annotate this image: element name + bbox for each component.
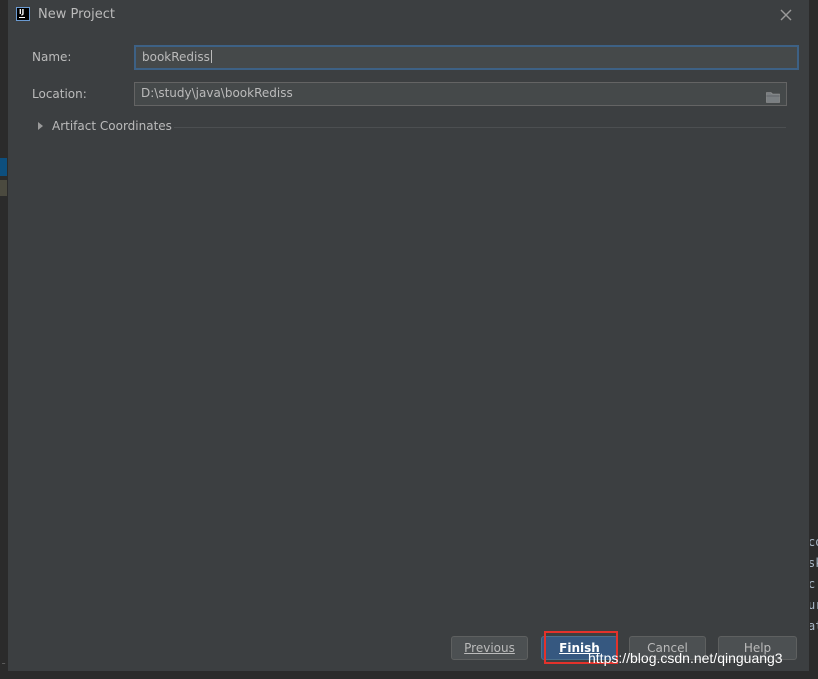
location-input[interactable]: D:\study\java\bookRediss bbox=[134, 82, 787, 106]
previous-button-label: Previous bbox=[464, 641, 515, 655]
background-selection-marker-2 bbox=[0, 180, 8, 196]
dialog-title: New Project bbox=[38, 7, 115, 22]
artifact-coordinates-section[interactable]: Artifact Coordinates bbox=[34, 118, 786, 136]
watermark-text: https://blog.csdn.net/qinguang3 bbox=[588, 650, 783, 666]
location-label: Location: bbox=[32, 87, 87, 101]
name-label: Name: bbox=[32, 50, 72, 64]
dialog-titlebar[interactable]: IJ New Project bbox=[8, 0, 809, 30]
location-input-value: D:\study\java\bookRediss bbox=[141, 86, 293, 100]
intellij-idea-icon: IJ bbox=[16, 7, 30, 21]
previous-button[interactable]: Previous bbox=[451, 636, 528, 660]
new-project-dialog: IJ New Project Name: bookRediss Location… bbox=[8, 0, 809, 671]
triangle-right-icon[interactable] bbox=[38, 122, 43, 130]
background-selection-marker bbox=[0, 158, 8, 176]
folder-icon[interactable] bbox=[766, 88, 780, 103]
text-caret bbox=[210, 50, 212, 63]
section-divider bbox=[174, 127, 786, 128]
close-icon[interactable] bbox=[777, 6, 795, 24]
background-console-text: co sk c ur at bbox=[808, 535, 818, 633]
artifact-coordinates-label: Artifact Coordinates bbox=[52, 119, 172, 133]
name-input[interactable]: bookRediss bbox=[134, 45, 799, 70]
name-input-value: bookRediss bbox=[142, 50, 210, 64]
